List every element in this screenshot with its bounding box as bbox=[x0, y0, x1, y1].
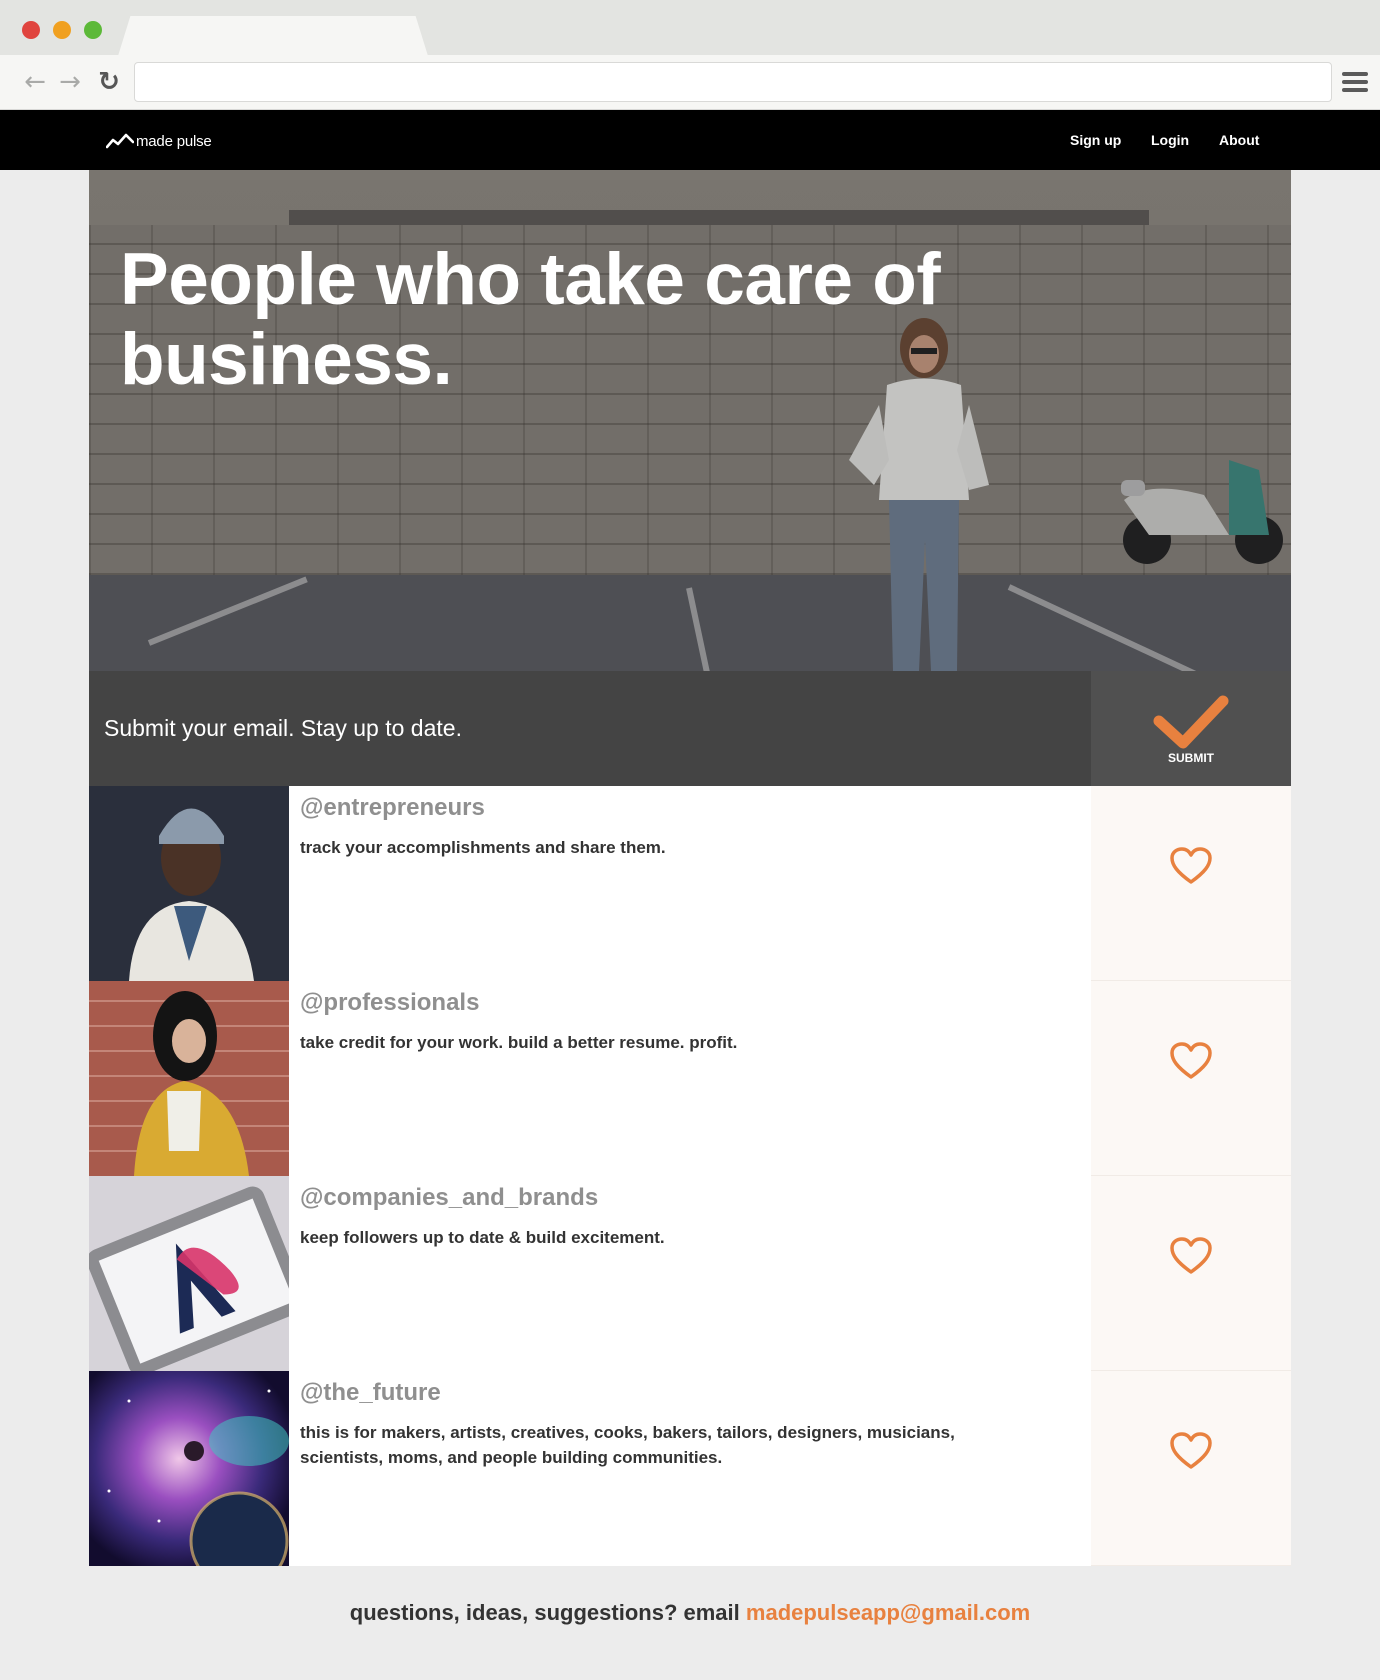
heart-icon bbox=[1170, 847, 1212, 884]
hero-title: People who take care of business. bbox=[120, 239, 941, 400]
like-button[interactable] bbox=[1091, 1371, 1291, 1566]
logo[interactable]: made pulse bbox=[106, 130, 212, 152]
logo-text: made pulse bbox=[136, 132, 212, 150]
maximize-window-button[interactable] bbox=[84, 21, 102, 39]
heart-icon bbox=[1170, 1042, 1212, 1079]
close-window-button[interactable] bbox=[22, 21, 40, 39]
footer-text: questions, ideas, suggestions? email bbox=[349, 1600, 746, 1625]
audience-list: @entrepreneurs track your accomplishment… bbox=[89, 786, 1291, 1566]
browser-chrome: ← → ↻ bbox=[0, 0, 1380, 110]
like-button[interactable] bbox=[1091, 786, 1291, 981]
audience-description: take credit for your work. build a bette… bbox=[300, 1033, 738, 1052]
nav-login-link[interactable]: Login bbox=[1151, 132, 1189, 148]
minimize-window-button[interactable] bbox=[53, 21, 71, 39]
submit-button[interactable]: SUBMIT bbox=[1091, 671, 1291, 786]
browser-tab[interactable] bbox=[118, 16, 428, 56]
hero-banner: People who take care of business. bbox=[89, 170, 1291, 671]
audience-description: keep followers up to date & build excite… bbox=[300, 1228, 665, 1247]
submit-label: SUBMIT bbox=[1168, 751, 1214, 765]
back-arrow-icon[interactable]: ← bbox=[20, 67, 50, 97]
pulse-logo-icon bbox=[106, 133, 134, 149]
audience-description: this is for makers, artists, creatives, … bbox=[300, 1423, 955, 1467]
checkmark-icon bbox=[1153, 695, 1229, 749]
audience-handle: @companies_and_brands bbox=[300, 1184, 599, 1211]
reload-icon[interactable]: ↻ bbox=[94, 67, 124, 97]
brands-tablet-photo bbox=[89, 1176, 289, 1371]
site-header: made pulse Sign up Login About bbox=[0, 110, 1380, 170]
nav-about-link[interactable]: About bbox=[1219, 132, 1259, 148]
audience-handle: @the_future bbox=[300, 1379, 441, 1406]
audience-handle: @entrepreneurs bbox=[300, 794, 485, 821]
audience-description: track your accomplishments and share the… bbox=[300, 838, 666, 857]
entrepreneur-photo bbox=[89, 786, 289, 981]
footer: questions, ideas, suggestions? email mad… bbox=[0, 1600, 1380, 1626]
hamburger-menu-icon[interactable] bbox=[1342, 72, 1368, 94]
galaxy-photo bbox=[89, 1371, 289, 1566]
email-prompt[interactable]: Submit your email. Stay up to date. bbox=[104, 671, 462, 786]
list-item: @professionals take credit for your work… bbox=[89, 981, 1291, 1176]
nav-sign-up-link[interactable]: Sign up bbox=[1070, 132, 1121, 148]
heart-icon bbox=[1170, 1237, 1212, 1274]
like-button[interactable] bbox=[1091, 981, 1291, 1176]
list-item: @the_future this is for makers, artists,… bbox=[89, 1371, 1291, 1566]
list-item: @entrepreneurs track your accomplishment… bbox=[89, 786, 1291, 981]
address-bar[interactable] bbox=[134, 62, 1332, 102]
audience-handle: @professionals bbox=[300, 989, 480, 1016]
list-item: @companies_and_brands keep followers up … bbox=[89, 1176, 1291, 1371]
like-button[interactable] bbox=[1091, 1176, 1291, 1371]
heart-icon bbox=[1170, 1432, 1212, 1469]
contact-email-link[interactable]: madepulseapp@gmail.com bbox=[746, 1600, 1030, 1625]
professional-photo bbox=[89, 981, 289, 1176]
browser-toolbar: ← → ↻ bbox=[0, 55, 1380, 110]
forward-arrow-icon[interactable]: → bbox=[55, 67, 85, 97]
subscribe-bar: Submit your email. Stay up to date. SUBM… bbox=[89, 671, 1291, 786]
